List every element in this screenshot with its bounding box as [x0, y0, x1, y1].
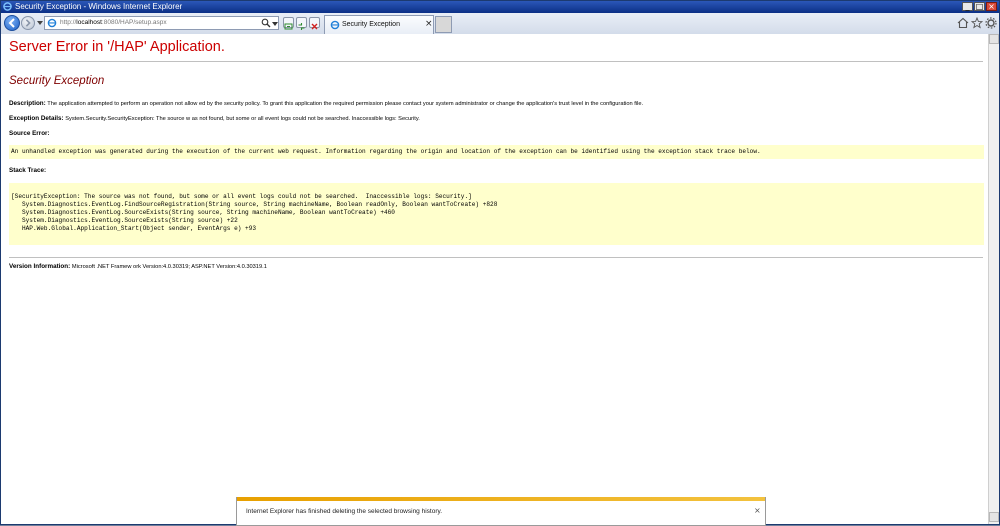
minimize-button[interactable]: _ — [962, 2, 973, 11]
history-dropdown[interactable] — [37, 21, 43, 25]
notification-bar: Internet Explorer has finished deleting … — [236, 497, 766, 526]
forward-icon — [25, 19, 31, 27]
home-icon[interactable] — [957, 17, 969, 29]
exception-details-text: System.Security.SecurityException: The s… — [65, 116, 420, 122]
ie-page-icon — [47, 18, 57, 28]
compatibility-icon — [284, 23, 293, 30]
ie-logo-icon — [3, 2, 12, 11]
stack-trace-line: System.Diagnostics.EventLog.SourceExists… — [11, 217, 238, 224]
navigation-bar: http://localhost:8080/HAP/setup.aspx Sec… — [1, 13, 999, 35]
tab-close-button[interactable]: × — [425, 18, 433, 31]
close-window-button[interactable]: × — [986, 2, 997, 11]
description-line: Description: The application attempted t… — [9, 100, 643, 107]
version-label: Version Information: — [9, 263, 71, 270]
description-text: The application attempted to perform an … — [47, 101, 644, 107]
back-button[interactable] — [4, 15, 20, 31]
vertical-scrollbar[interactable] — [988, 34, 999, 524]
new-tab-button[interactable] — [435, 16, 452, 33]
page-content: Server Error in '/HAP' Application. Secu… — [1, 34, 988, 524]
refresh-icon — [298, 23, 305, 30]
stack-trace-line: System.Diagnostics.EventLog.SourceExists… — [11, 209, 395, 216]
window-title: Security Exception - Windows Internet Ex… — [15, 2, 183, 11]
version-line: Version Information: Microsoft .NET Fram… — [9, 263, 267, 270]
exception-details-line: Exception Details: System.Security.Secur… — [9, 115, 420, 122]
tab-title: Security Exception — [342, 21, 400, 28]
source-error-text: An unhandled exception was generated dur… — [11, 148, 761, 155]
maximize-button[interactable]: □ — [974, 2, 985, 11]
stop-button[interactable] — [309, 17, 320, 30]
refresh-button[interactable] — [296, 17, 307, 30]
description-label: Description: — [9, 100, 46, 107]
ie-page-icon — [330, 20, 340, 30]
source-error-box: An unhandled exception was generated dur… — [9, 145, 984, 159]
page-title: Server Error in '/HAP' Application. — [9, 39, 225, 55]
divider — [9, 61, 983, 62]
divider — [9, 257, 983, 258]
stack-trace-line: System.Diagnostics.EventLog.FindSourceRe… — [11, 201, 498, 208]
exception-title: Security Exception — [9, 75, 105, 87]
search-icon[interactable] — [261, 18, 271, 28]
stack-trace-line: HAP.Web.Global.Application_Start(Object … — [11, 225, 257, 232]
address-bar[interactable]: http://localhost:8080/HAP/setup.aspx — [44, 16, 279, 30]
favorites-icon[interactable] — [971, 17, 983, 29]
version-text: Microsoft .NET Framew ork Version:4.0.30… — [71, 264, 267, 270]
scroll-down-button[interactable] — [989, 512, 999, 522]
tools-icon[interactable] — [985, 17, 997, 29]
scroll-up-button[interactable] — [989, 34, 999, 44]
compatibility-view-button[interactable] — [283, 17, 294, 30]
title-bar: Security Exception - Windows Internet Ex… — [1, 1, 999, 13]
stack-trace-line: [SecurityException: The source was not f… — [11, 193, 472, 200]
stack-trace-box: [SecurityException: The source was not f… — [9, 183, 984, 245]
stack-trace-label: Stack Trace: — [9, 167, 47, 174]
tab-security-exception[interactable]: Security Exception × — [324, 15, 434, 34]
notification-close-button[interactable]: × — [754, 506, 761, 516]
address-dropdown[interactable] — [272, 22, 278, 26]
forward-button[interactable] — [21, 16, 35, 30]
notification-message: Internet Explorer has finished deleting … — [246, 508, 443, 515]
stop-icon — [311, 23, 318, 30]
source-error-label: Source Error: — [9, 130, 50, 137]
notification-accent — [237, 497, 765, 501]
exception-details-label: Exception Details: — [9, 115, 64, 122]
back-icon — [8, 18, 15, 28]
address-url: http://localhost:8080/HAP/setup.aspx — [60, 19, 167, 26]
browser-window: Security Exception - Windows Internet Ex… — [0, 0, 1000, 526]
